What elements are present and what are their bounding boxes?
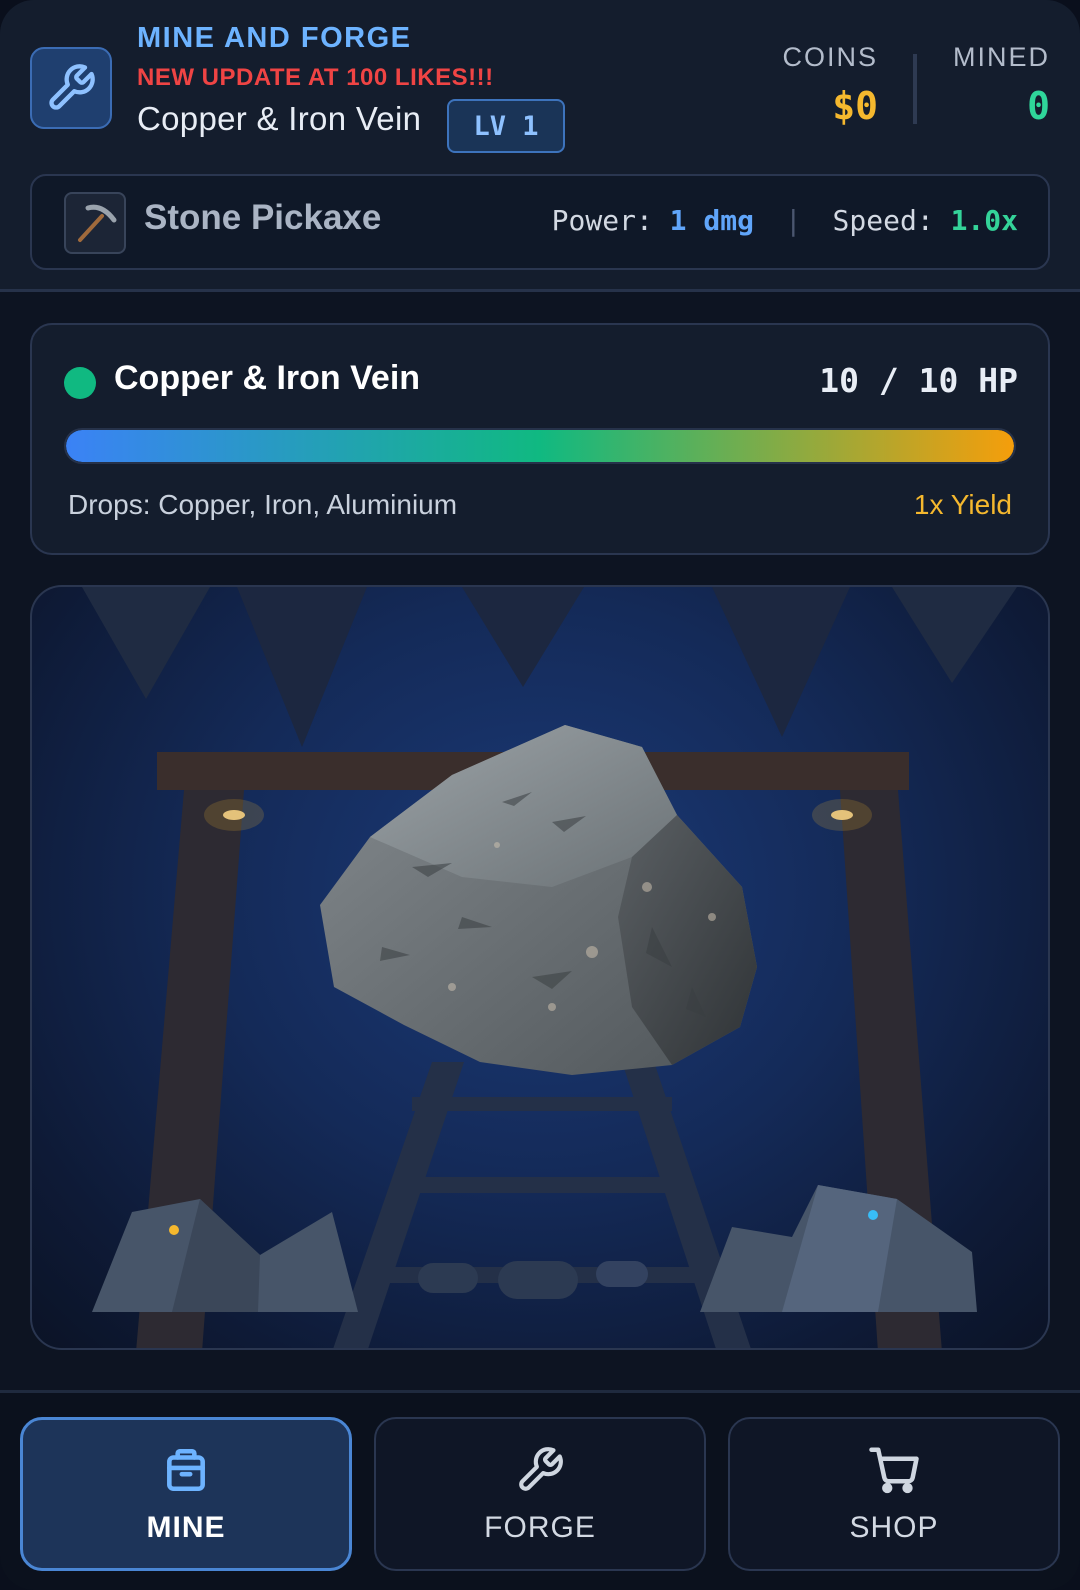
tool-name: Stone Pickaxe: [144, 198, 382, 237]
game-screen: MINE AND FORGE NEW UPDATE AT 100 LIKES!!…: [0, 0, 1080, 1590]
nav-forge-button[interactable]: FORGE: [374, 1417, 706, 1571]
power-value: 1 dmg: [669, 204, 754, 237]
coins-value: $0: [832, 84, 878, 128]
cart-icon: [867, 1443, 921, 1497]
vein-health-card: Copper & Iron Vein 10 / 10 HP Drops: Cop…: [30, 323, 1050, 555]
header: MINE AND FORGE NEW UPDATE AT 100 LIKES!!…: [0, 0, 1080, 292]
hp-bar-fill: [66, 430, 1014, 462]
rock-boulder[interactable]: [32, 587, 1050, 1350]
app-title: MINE AND FORGE: [137, 22, 412, 54]
mine-scene: [30, 585, 1050, 1350]
vein-name: Copper & Iron Vein: [114, 359, 421, 397]
mined-label: MINED: [953, 42, 1050, 72]
bottom-nav: MINE FORGE SHOP: [0, 1390, 1080, 1590]
wrench-icon: [515, 1443, 565, 1497]
level-badge: LV 1: [447, 99, 565, 153]
current-vein-name: Copper & Iron Vein: [137, 100, 422, 137]
stat-separator: |: [784, 204, 802, 237]
hp-max: 10: [918, 361, 959, 400]
coins-label: COINS: [782, 42, 878, 72]
stats-divider: [913, 54, 917, 124]
mined-value: 0: [1027, 84, 1050, 128]
speed-label: Speed:: [832, 204, 934, 237]
yield-text: 1x Yield: [913, 489, 1012, 520]
status-dot: [64, 367, 96, 399]
nav-mine-label: MINE: [146, 1511, 226, 1544]
equipped-tool-bar: Stone Pickaxe Power: 1 dmg | Speed: 1.0x: [30, 174, 1050, 270]
hp-bar: [64, 428, 1016, 464]
hp-separator: /: [878, 361, 899, 400]
nav-shop-label: SHOP: [849, 1511, 939, 1544]
update-announcement: NEW UPDATE AT 100 LIKES!!!: [137, 64, 494, 91]
nav-forge-label: FORGE: [484, 1511, 596, 1544]
nav-shop-button[interactable]: SHOP: [728, 1417, 1060, 1571]
speed-value: 1.0x: [950, 204, 1018, 237]
tool-stats: Power: 1 dmg | Speed: 1.0x: [552, 204, 1018, 237]
hp-readout: 10 / 10 HP: [819, 361, 1018, 400]
backpack-icon: [161, 1443, 211, 1497]
drops-text: Drops: Copper, Iron, Aluminium: [68, 489, 458, 520]
pickaxe-icon: [64, 192, 126, 254]
hp-current: 10: [819, 361, 859, 400]
hp-unit: HP: [978, 361, 1018, 400]
nav-mine-button[interactable]: MINE: [20, 1417, 352, 1571]
power-label: Power:: [551, 204, 653, 237]
wrench-icon[interactable]: [30, 47, 112, 129]
